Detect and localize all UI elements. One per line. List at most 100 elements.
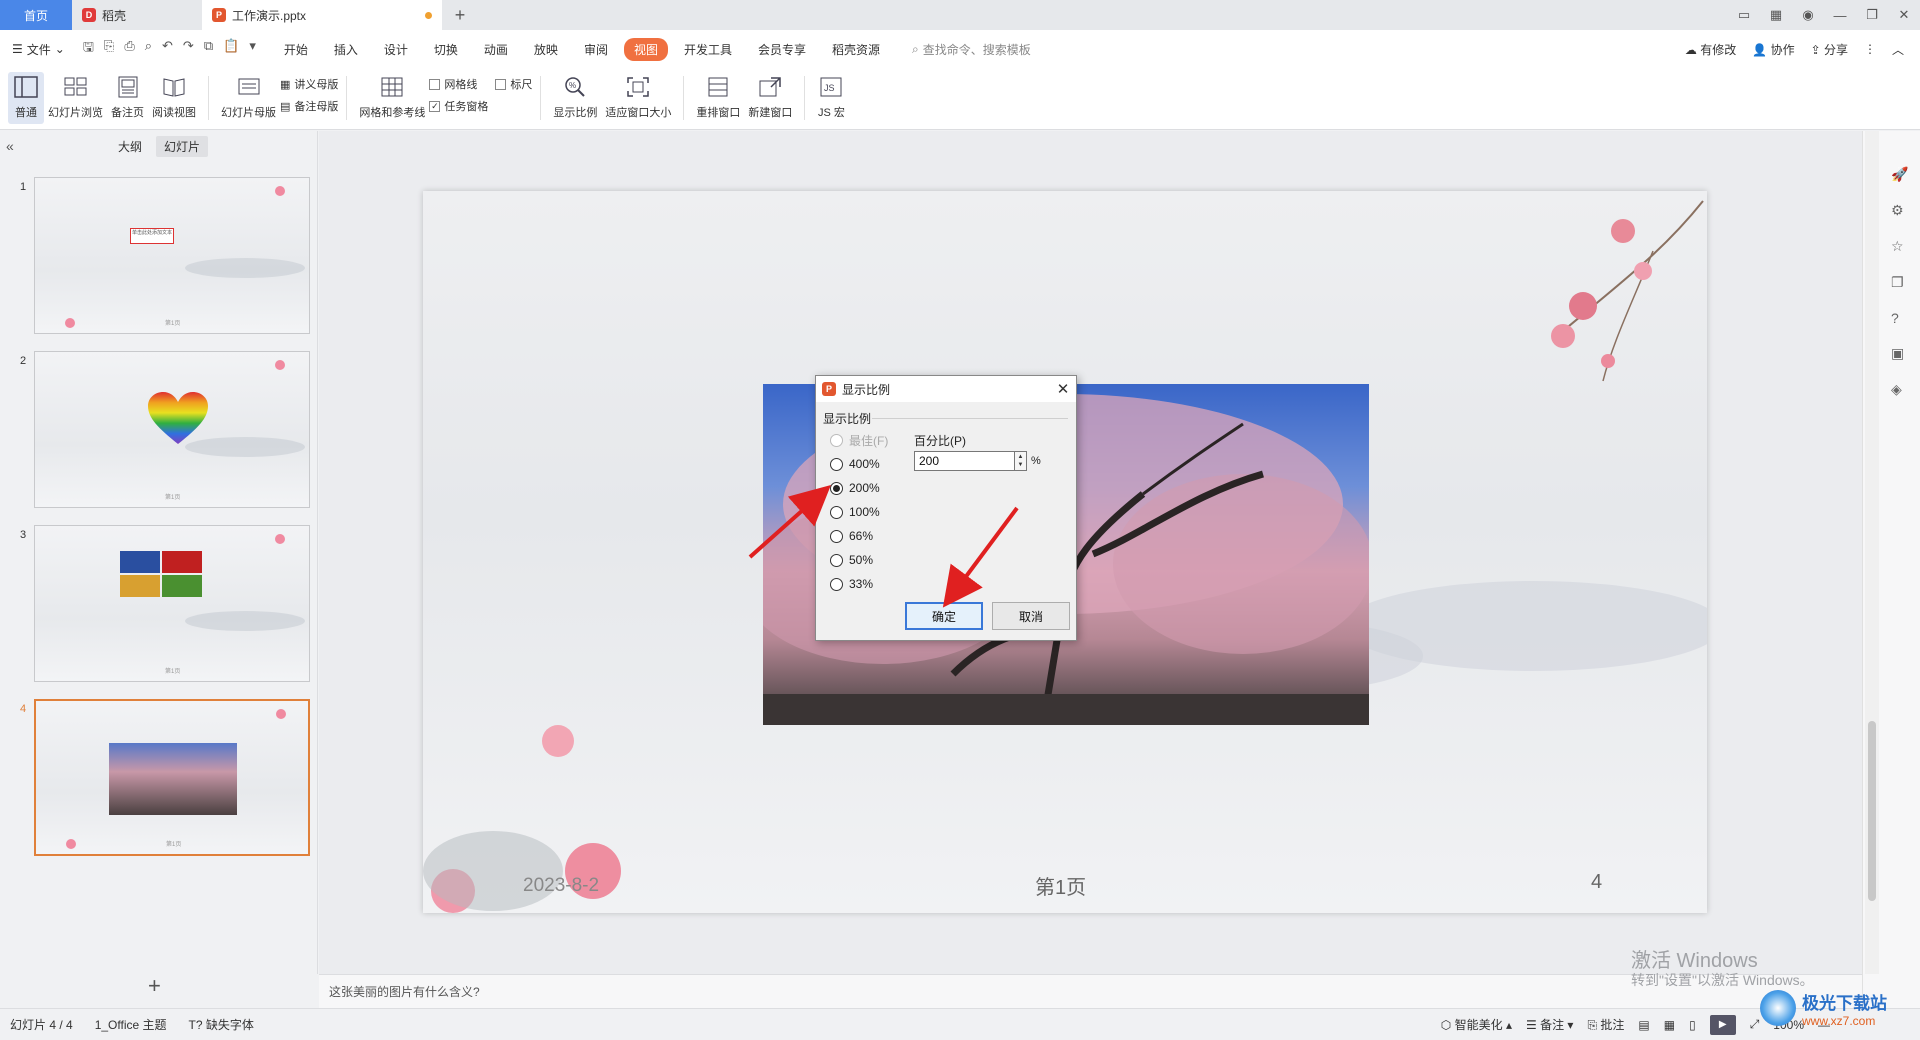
collaborate-button[interactable]: 👤 协作 xyxy=(1752,41,1794,58)
animation-icon[interactable]: 🚀 xyxy=(1891,166,1908,183)
file-menu[interactable]: ☰ 文件 ⌄ xyxy=(12,41,65,58)
comments-toggle[interactable]: ⎘ 批注 xyxy=(1587,1016,1624,1033)
close-icon[interactable]: ✕ xyxy=(1888,7,1920,23)
paste-icon[interactable]: 📋 xyxy=(223,38,239,60)
menu-member[interactable]: 会员专享 xyxy=(748,38,816,61)
zoom-option-100[interactable]: 100% xyxy=(830,504,888,520)
undo-icon[interactable]: ↶ xyxy=(162,38,173,60)
more-icon[interactable]: ▾ xyxy=(249,38,256,60)
command-search[interactable]: ⌕ 查找命令、搜索模板 xyxy=(912,41,1031,58)
slide-master-button[interactable]: 幻灯片母版 xyxy=(217,72,280,124)
js-macro-button[interactable]: JS JS 宏 xyxy=(813,72,849,124)
tab-docer[interactable]: D 稻壳 xyxy=(72,0,202,30)
notes-page-button[interactable]: 备注页 xyxy=(107,72,148,124)
sorter-view-status-icon[interactable]: ▦ xyxy=(1664,1018,1675,1032)
tab-outline[interactable]: 大纲 xyxy=(110,136,150,157)
beautify-button[interactable]: ⬡ 智能美化 ▴ xyxy=(1441,1016,1512,1033)
ruler-checkbox[interactable]: 标尺 xyxy=(495,76,532,92)
apps-grid-icon[interactable]: ▦ xyxy=(1760,7,1792,23)
new-window-button[interactable]: 新建窗口 xyxy=(744,72,796,124)
zoom-option-33[interactable]: 33% xyxy=(830,576,888,592)
share-button[interactable]: ⇪ 分享 xyxy=(1811,41,1848,58)
minimize-icon[interactable]: — xyxy=(1824,8,1856,23)
copy-icon[interactable]: ⧉ xyxy=(204,38,213,60)
menu-insert[interactable]: 插入 xyxy=(324,38,368,61)
new-tab-button[interactable]: + xyxy=(442,0,478,30)
menu-developer[interactable]: 开发工具 xyxy=(674,38,742,61)
svg-text:JS: JS xyxy=(824,83,835,93)
normal-view-button[interactable]: 普通 xyxy=(8,72,44,124)
menu-start[interactable]: 开始 xyxy=(274,38,318,61)
help-icon[interactable]: ? xyxy=(1891,310,1908,326)
collapse-ribbon-icon[interactable]: ︿ xyxy=(1892,41,1904,58)
pin-icon[interactable]: ☆ xyxy=(1891,238,1908,255)
changes-button[interactable]: ☁ 有修改 xyxy=(1685,41,1736,58)
reading-view-button[interactable]: 阅读视图 xyxy=(148,72,200,124)
task-pane-checkbox[interactable]: ✓ 任务窗格 xyxy=(429,98,532,114)
normal-view-status-icon[interactable]: ▤ xyxy=(1638,1018,1649,1032)
gridlines-checkbox[interactable]: 网格线 xyxy=(429,76,477,92)
normal-view-icon xyxy=(12,74,40,100)
adjust-icon[interactable]: ⚙ xyxy=(1891,202,1908,219)
layout-icon[interactable]: ▭ xyxy=(1728,7,1760,23)
export-icon[interactable]: ⎘ xyxy=(104,38,114,60)
handout-master-button[interactable]: ▦ 讲义母版 xyxy=(280,76,338,92)
layers-icon[interactable]: ❐ xyxy=(1891,274,1908,291)
more-options-icon[interactable]: ⋮ xyxy=(1864,42,1876,56)
redo-icon[interactable]: ↷ xyxy=(183,38,194,60)
spin-down-icon[interactable]: ▼ xyxy=(1018,461,1024,469)
menu-animation[interactable]: 动画 xyxy=(474,38,518,61)
zoom-button[interactable]: % 显示比例 xyxy=(549,72,601,124)
menu-review[interactable]: 审阅 xyxy=(574,38,618,61)
zoom-option-400[interactable]: 400% xyxy=(830,456,888,472)
restore-icon[interactable]: ❐ xyxy=(1856,7,1888,23)
slide-thumbnail-row[interactable]: 4 第1页 xyxy=(0,699,318,857)
cancel-button[interactable]: 取消 xyxy=(992,602,1070,630)
notes-toggle[interactable]: ☰ 备注 ▾ xyxy=(1526,1016,1573,1033)
slide-thumbnail-selected[interactable]: 第1页 xyxy=(34,699,310,856)
slide-thumbnail-row[interactable]: 3 第1页 xyxy=(0,525,318,683)
menu-design[interactable]: 设计 xyxy=(374,38,418,61)
zoom-option-200[interactable]: 200% xyxy=(830,480,888,496)
zoom-option-50[interactable]: 50% xyxy=(830,552,888,568)
notes-master-button[interactable]: ▤ 备注母版 xyxy=(280,98,338,114)
play-slideshow-icon[interactable]: ▶ xyxy=(1709,1014,1736,1035)
slide-thumbnail[interactable]: 第1页 xyxy=(34,525,310,682)
avatar[interactable]: ◉ xyxy=(1792,7,1824,23)
menu-transition[interactable]: 切换 xyxy=(424,38,468,61)
slide-sorter-button[interactable]: 幻灯片浏览 xyxy=(44,72,107,124)
menu-view[interactable]: 视图 xyxy=(623,37,668,61)
print-icon[interactable]: ⎙ xyxy=(124,38,134,60)
zoom-option-66[interactable]: 66% xyxy=(830,528,888,544)
tab-slides[interactable]: 幻灯片 xyxy=(156,135,209,157)
percent-spinner[interactable]: ▲ ▼ xyxy=(1014,451,1027,471)
slide-thumbnail[interactable]: 第1页 xyxy=(34,351,310,508)
spin-up-icon[interactable]: ▲ xyxy=(1018,453,1024,461)
vertical-scrollbar[interactable] xyxy=(1865,131,1879,974)
image-icon[interactable]: ▣ xyxy=(1891,345,1908,362)
slide-thumbnail[interactable]: 单击此处添加文本 第1页 xyxy=(34,177,310,334)
fit-icon[interactable]: ⤢ xyxy=(1750,1017,1760,1032)
grid-guides-button[interactable]: 网格和参考线 xyxy=(355,72,429,124)
missing-font-button[interactable]: T? 缺失字体 xyxy=(189,1016,254,1033)
theme-name[interactable]: 1_Office 主题 xyxy=(95,1016,167,1033)
menu-docer-resources[interactable]: 稻壳资源 xyxy=(822,38,890,61)
scrollbar-thumb[interactable] xyxy=(1868,721,1876,901)
arrange-windows-button[interactable]: 重排窗口 xyxy=(692,72,744,124)
collapse-panel-icon[interactable]: « xyxy=(6,138,14,154)
backup-icon[interactable]: ◈ xyxy=(1891,381,1908,398)
ok-button[interactable]: 确定 xyxy=(905,602,983,630)
slide-thumbnail-row[interactable]: 1 单击此处添加文本 第1页 xyxy=(0,177,318,335)
thumb-blossom xyxy=(65,318,75,328)
print-preview-icon[interactable]: ⌕ xyxy=(145,38,152,60)
percent-input[interactable] xyxy=(914,451,1022,471)
fit-window-button[interactable]: 适应窗口大小 xyxy=(601,72,675,124)
add-slide-button[interactable]: + xyxy=(148,973,161,999)
tab-home[interactable]: 首页 xyxy=(0,0,72,30)
reading-view-status-icon[interactable]: ▯ xyxy=(1689,1018,1696,1032)
save-icon[interactable]: 🖫 xyxy=(83,38,94,60)
tab-file[interactable]: P 工作演示.pptx xyxy=(202,0,442,30)
slide-thumbnail-row[interactable]: 2 第1页 xyxy=(0,351,318,509)
dialog-close-icon[interactable]: ✕ xyxy=(1050,380,1076,398)
menu-slideshow[interactable]: 放映 xyxy=(524,38,568,61)
